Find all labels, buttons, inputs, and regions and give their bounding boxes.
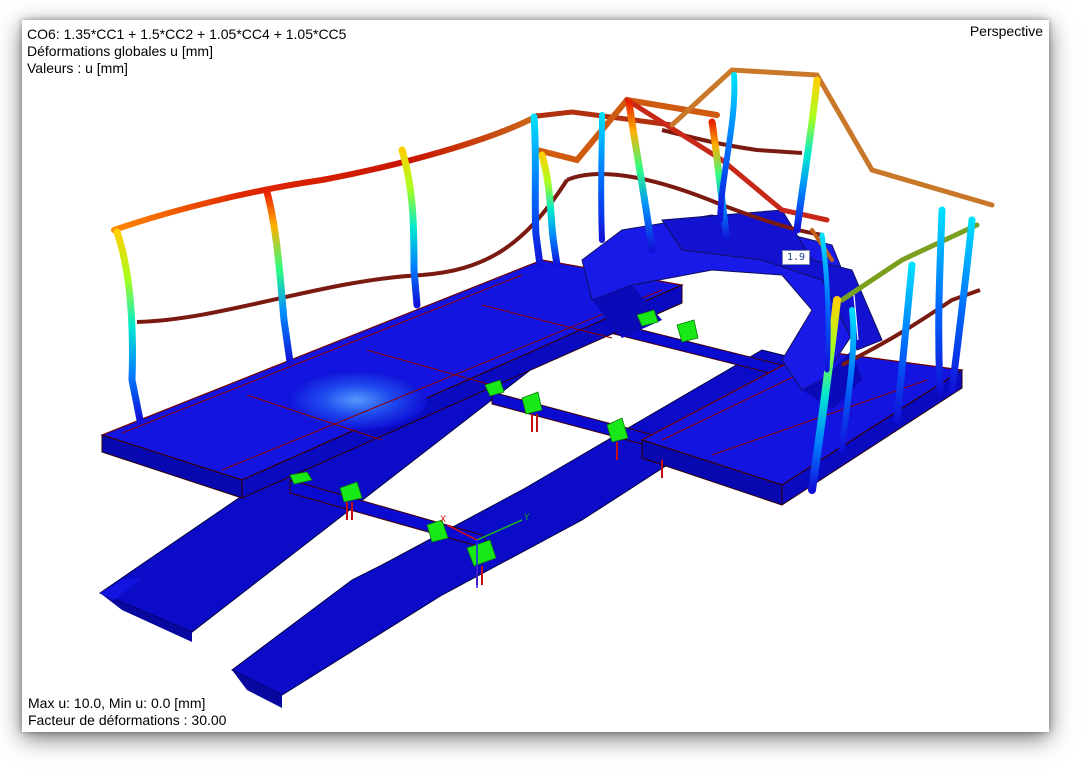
result-footer: Max u: 10.0, Min u: 0.0 [mm] Facteur de … (28, 695, 226, 729)
3d-viewport[interactable]: Y X 1.9 CO6: 1.35*CC1 + 1.5*CC2 + 1.05*C… (22, 20, 1049, 732)
deformed-structure-view[interactable]: Y X (22, 20, 1049, 732)
load-combination-label: CO6: 1.35*CC1 + 1.5*CC2 + 1.05*CC4 + 1.0… (27, 26, 347, 42)
range-label: Max u: 10.0, Min u: 0.0 [mm] (28, 695, 206, 711)
axis-y-label: Y (523, 513, 530, 523)
result-header: CO6: 1.35*CC1 + 1.5*CC2 + 1.05*CC4 + 1.0… (27, 26, 346, 77)
deformation-factor-label: Facteur de déformations : 30.00 (28, 712, 227, 728)
node-value-tag: 1.9 (782, 250, 811, 265)
values-label: Valeurs : u [mm] (27, 60, 128, 76)
axis-x-label: X (440, 515, 446, 525)
result-type-label: Déformations globales u [mm] (27, 43, 213, 59)
projection-label[interactable]: Perspective (970, 23, 1043, 40)
